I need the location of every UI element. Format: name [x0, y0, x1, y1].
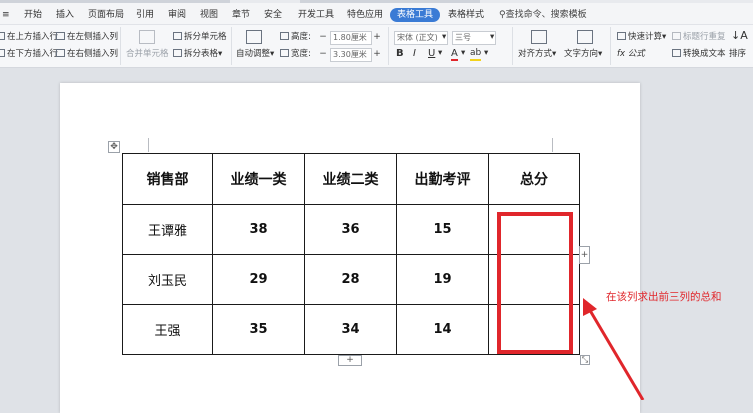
- arrow-shaft: [586, 306, 645, 400]
- annotation-text: 在该列求出前三列的总和: [606, 291, 722, 303]
- annotation-arrow: [583, 298, 645, 400]
